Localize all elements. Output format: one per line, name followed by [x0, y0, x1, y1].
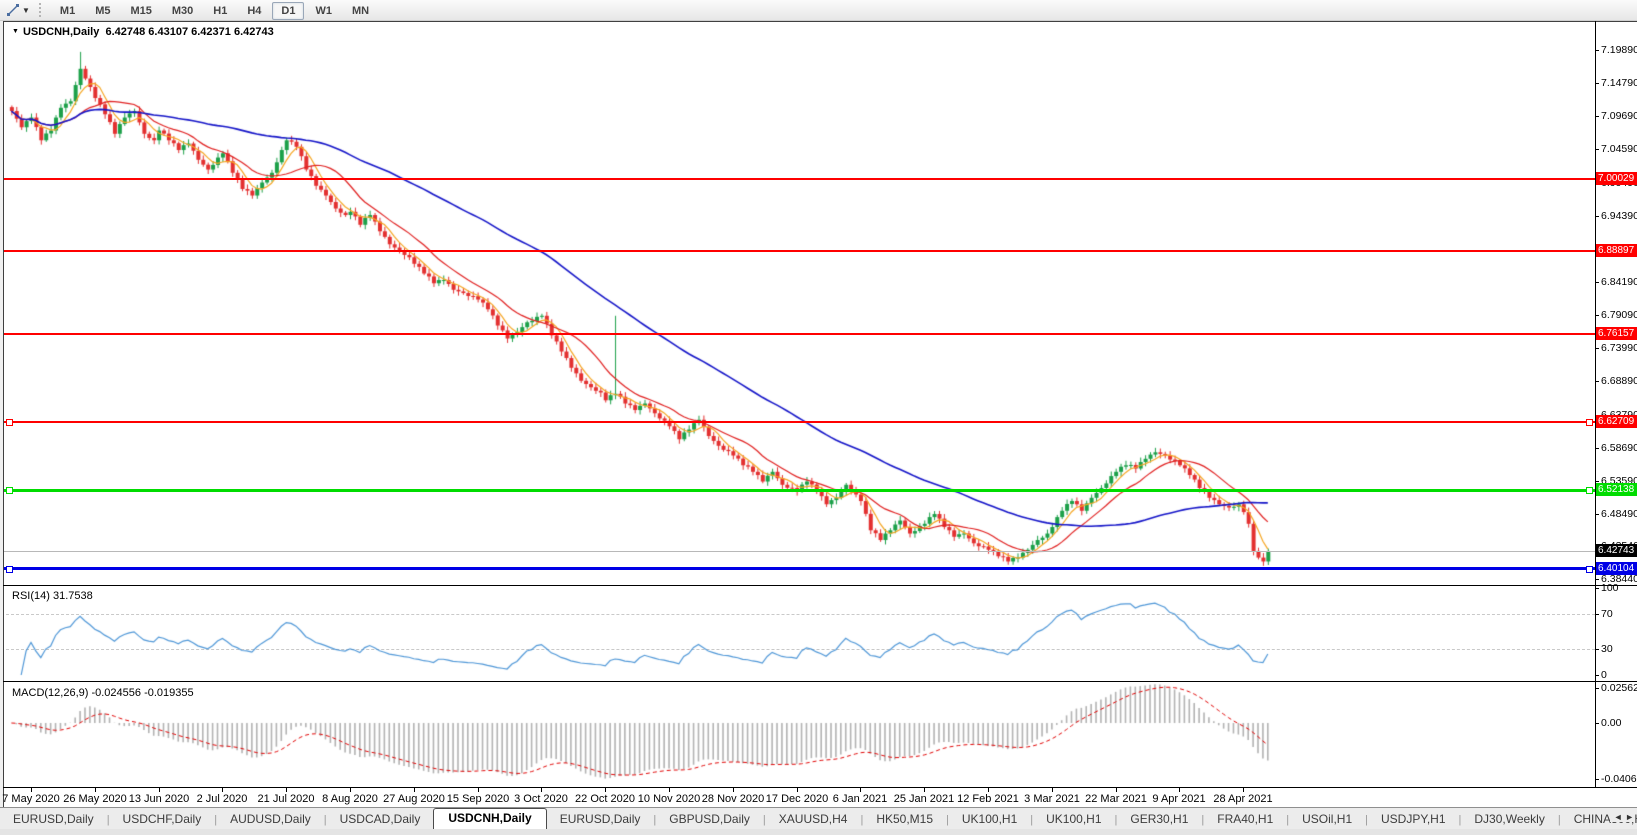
date-tick-label: 22 Mar 2021 — [1085, 793, 1147, 805]
line-handle[interactable] — [6, 419, 13, 426]
rsi-macd-divider[interactable] — [3, 681, 1637, 682]
date-tick-mark — [1243, 788, 1244, 792]
macd-dateaxis-divider — [3, 787, 1637, 788]
chart-ohlc-header: ▼ USDCNH,Daily 6.42748 6.43107 6.42371 6.… — [12, 26, 274, 38]
horizontal-line-6.76157[interactable] — [4, 333, 1595, 335]
rsi-indicator-label: RSI(14) 31.7538 — [12, 590, 93, 602]
date-tick-mark — [605, 788, 606, 792]
price-tick-label: 6.84190 — [1601, 276, 1637, 288]
horizontal-line-6.40104[interactable] — [4, 567, 1595, 570]
date-tick-label: 15 Sep 2020 — [447, 793, 509, 805]
date-tick-label: 6 Jan 2021 — [833, 793, 887, 805]
date-tick-label: 13 Jun 2020 — [129, 793, 190, 805]
date-tick-label: 3 Oct 2020 — [514, 793, 568, 805]
line-price-label-6.40104: 6.40104 — [1596, 562, 1637, 575]
date-tick-label: 27 Aug 2020 — [383, 793, 445, 805]
horizontal-line-6.62709[interactable] — [4, 421, 1595, 423]
mt4-application: ▼ M1M5M15M30H1H4D1W1MN ▼USDCNH,Daily 6.4… — [0, 0, 1637, 835]
date-tick-label: 12 Feb 2021 — [957, 793, 1019, 805]
rsi-tick-label: 30 — [1601, 643, 1613, 655]
horizontal-line-7.00029[interactable] — [4, 178, 1595, 180]
date-tick-label: 8 Aug 2020 — [322, 793, 378, 805]
chart-header-dropdown-icon[interactable]: ▼ — [12, 28, 19, 35]
date-tick-mark — [797, 788, 798, 792]
date-tick-label: 2 Jul 2020 — [197, 793, 248, 805]
line-handle[interactable] — [6, 487, 13, 494]
tab-scroll-arrows: ◄ ► — [1610, 812, 1634, 822]
date-tick-label: 10 Nov 2020 — [638, 793, 700, 805]
price-tick-label: 6.79090 — [1601, 309, 1637, 321]
price-tick-label: 6.73990 — [1601, 342, 1637, 354]
line-price-label-6.52138: 6.52138 — [1596, 483, 1637, 496]
date-tick-mark — [414, 788, 415, 792]
price-tick-label: 7.19890 — [1601, 44, 1637, 56]
price-tick-label: 7.09690 — [1601, 110, 1637, 122]
chart-symbol-period: USDCNH,Daily — [23, 26, 99, 38]
macd-indicator-label: MACD(12,26,9) -0.024556 -0.019355 — [12, 687, 194, 699]
date-tick-mark — [733, 788, 734, 792]
date-tick-mark — [1052, 788, 1053, 792]
date-tick-mark — [541, 788, 542, 792]
line-handle[interactable] — [1586, 566, 1593, 573]
date-tick-mark — [222, 788, 223, 792]
date-tick-mark — [1116, 788, 1117, 792]
date-tick-mark — [159, 788, 160, 792]
line-handle[interactable] — [1586, 487, 1593, 494]
date-tick-label: 7 May 2020 — [2, 793, 59, 805]
date-tick-mark — [988, 788, 989, 792]
line-price-label-6.76157: 6.76157 — [1596, 327, 1637, 340]
macd-tick-label: -0.04068 — [1601, 773, 1637, 785]
price-tick-label: 6.94390 — [1601, 210, 1637, 222]
date-tick-label: 17 Dec 2020 — [766, 793, 828, 805]
tab-scroll-left-icon[interactable]: ◄ — [1614, 812, 1623, 822]
macd-tick-label: 0.025623 — [1601, 682, 1637, 694]
date-tick-label: 26 May 2020 — [63, 793, 127, 805]
date-tick-label: 21 Jul 2020 — [258, 793, 315, 805]
date-tick-mark — [478, 788, 479, 792]
ohlc-close: 6.42743 — [234, 26, 274, 38]
date-tick-mark — [669, 788, 670, 792]
horizontal-line-6.52138[interactable] — [4, 489, 1595, 492]
date-tick-label: 28 Apr 2021 — [1213, 793, 1272, 805]
date-tick-label: 9 Apr 2021 — [1152, 793, 1205, 805]
date-tick-label: 3 Mar 2021 — [1024, 793, 1080, 805]
price-axis-border — [1595, 21, 1596, 787]
price-tick-label: 6.58690 — [1601, 442, 1637, 454]
date-tick-label: 25 Jan 2021 — [894, 793, 955, 805]
date-tick-mark — [924, 788, 925, 792]
rsi-tick-label: 100 — [1601, 582, 1619, 594]
price-chart-canvas[interactable] — [0, 0, 1637, 835]
date-tick-mark — [31, 788, 32, 792]
current-price-label: 6.42743 — [1596, 544, 1637, 557]
ohlc-high: 6.43107 — [148, 26, 188, 38]
price-tick-label: 7.14790 — [1601, 77, 1637, 89]
date-tick-mark — [860, 788, 861, 792]
ohlc-open: 6.42748 — [105, 26, 145, 38]
rsi-tick-label: 0 — [1601, 669, 1607, 681]
date-tick-mark — [95, 788, 96, 792]
ohlc-low: 6.42371 — [191, 26, 231, 38]
current-price-line — [4, 551, 1595, 552]
main-rsi-divider[interactable] — [3, 585, 1637, 586]
line-price-label-6.62709: 6.62709 — [1596, 415, 1637, 428]
macd-tick-label: 0.00 — [1601, 717, 1621, 729]
date-tick-label: 22 Oct 2020 — [575, 793, 635, 805]
tab-scroll-right-icon[interactable]: ► — [1625, 812, 1634, 822]
line-price-label-6.88897: 6.88897 — [1596, 244, 1637, 257]
price-tick-label: 6.48490 — [1601, 508, 1637, 520]
date-tick-mark — [1179, 788, 1180, 792]
horizontal-line-6.88897[interactable] — [4, 250, 1595, 252]
line-handle[interactable] — [6, 566, 13, 573]
date-tick-label: 28 Nov 2020 — [702, 793, 764, 805]
date-tick-mark — [286, 788, 287, 792]
line-handle[interactable] — [1586, 419, 1593, 426]
price-tick-label: 7.04590 — [1601, 143, 1637, 155]
date-tick-mark — [350, 788, 351, 792]
price-tick-label: 6.68890 — [1601, 375, 1637, 387]
rsi-tick-label: 70 — [1601, 608, 1613, 620]
line-price-label-7.00029: 7.00029 — [1596, 172, 1637, 185]
